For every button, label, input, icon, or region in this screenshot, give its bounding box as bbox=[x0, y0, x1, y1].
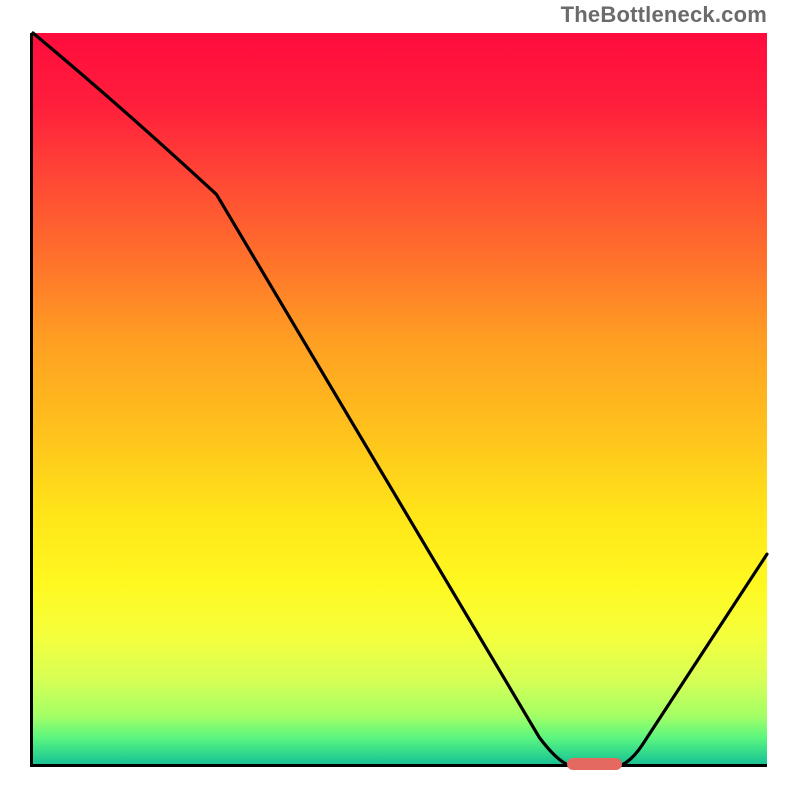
bottleneck-chart: TheBottleneck.com bbox=[0, 0, 800, 800]
bottleneck-curve bbox=[33, 33, 767, 767]
optimal-range-marker bbox=[567, 758, 622, 770]
watermark-label: TheBottleneck.com bbox=[561, 2, 767, 28]
